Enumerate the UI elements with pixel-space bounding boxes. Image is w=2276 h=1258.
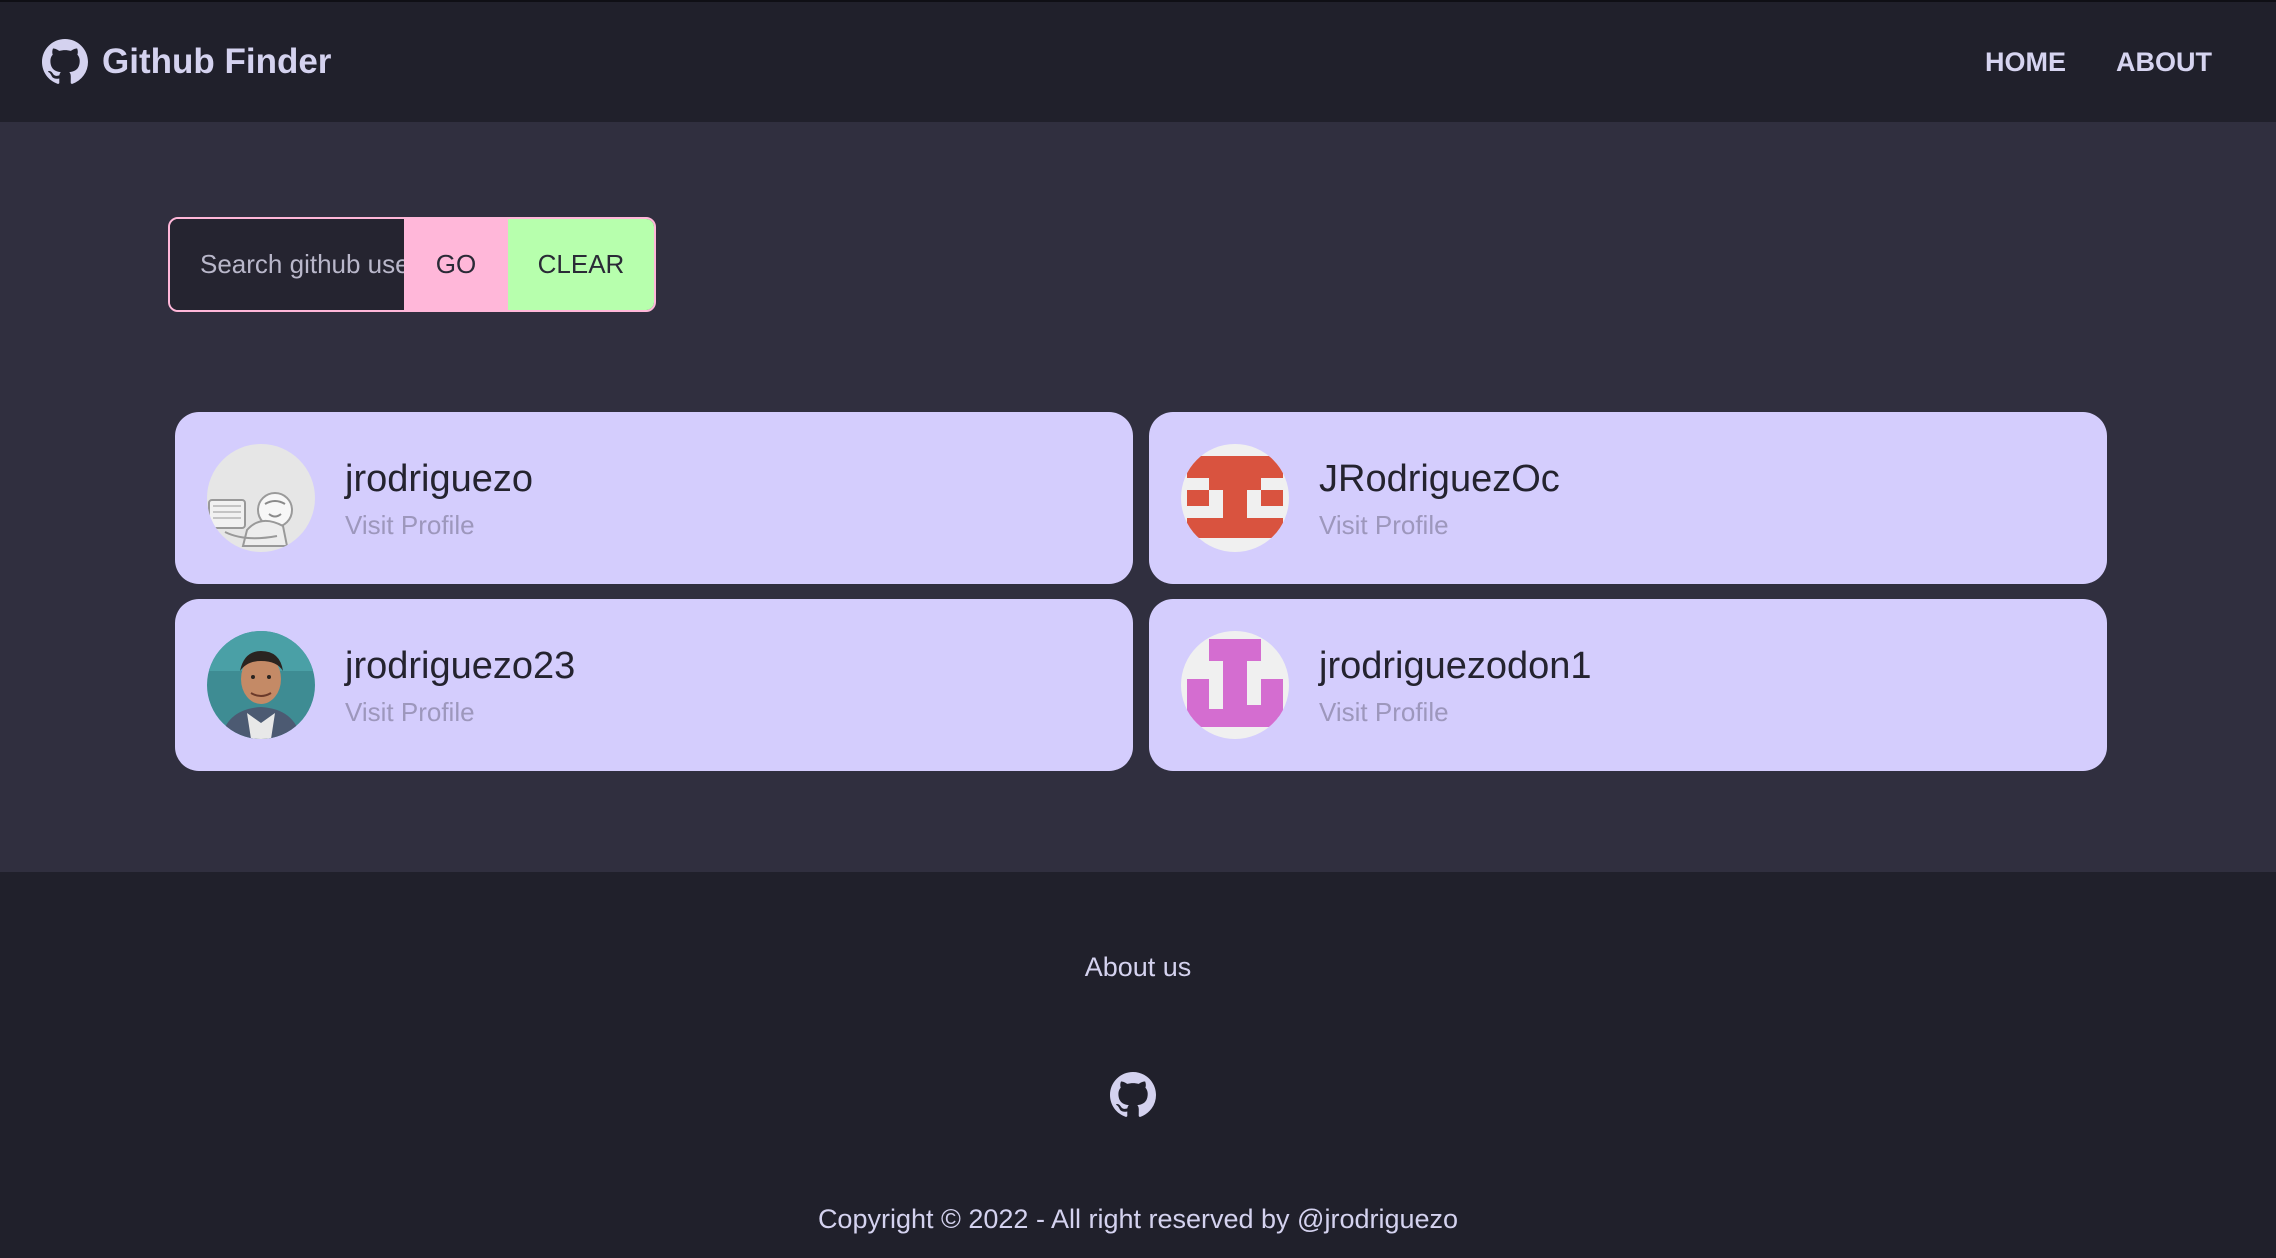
- search-input[interactable]: [170, 219, 404, 310]
- github-icon: [1110, 1072, 1156, 1117]
- main-content: GO CLEAR jrodriguezo Visit Profile: [0, 122, 2276, 872]
- username: jrodriguezodon1: [1319, 644, 1592, 687]
- github-icon: [42, 39, 88, 84]
- copyright-text: Copyright © 2022 - All right reserved by…: [817, 1204, 1459, 1234]
- user-card: jrodriguezodon1 Visit Profile: [1149, 599, 2107, 771]
- user-info: jrodriguezodon1 Visit Profile: [1319, 643, 1592, 728]
- user-avatar: [1181, 444, 1289, 552]
- username: JRodriguezOc: [1319, 457, 1560, 500]
- footer-about-link[interactable]: About us: [0, 952, 2276, 983]
- user-card: JRodriguezOc Visit Profile: [1149, 412, 2107, 584]
- user-avatar: [207, 631, 315, 739]
- brand-title: Github Finder: [102, 42, 332, 81]
- user-info: jrodriguezo23 Visit Profile: [345, 643, 575, 728]
- user-info: jrodriguezo Visit Profile: [345, 456, 533, 541]
- username: jrodriguezo23: [345, 644, 576, 687]
- user-card: jrodriguezo Visit Profile: [175, 412, 1133, 584]
- user-avatar: [1181, 631, 1289, 739]
- nav-about-link[interactable]: ABOUT: [2116, 47, 2212, 78]
- user-avatar: [207, 444, 315, 552]
- user-info: JRodriguezOc Visit Profile: [1319, 456, 1560, 541]
- brand-link[interactable]: Github Finder: [42, 39, 331, 85]
- user-card: jrodriguezo23 Visit Profile: [175, 599, 1133, 771]
- nav-links: HOME ABOUT: [1985, 47, 2212, 78]
- line-drawing-avatar-icon: [207, 444, 315, 552]
- username: jrodriguezo: [345, 457, 533, 500]
- visit-profile-link[interactable]: Visit Profile: [1319, 697, 1592, 728]
- go-button[interactable]: GO: [404, 219, 508, 310]
- nav-home-link[interactable]: HOME: [1985, 47, 2066, 78]
- red-identicon-avatar-icon: [1181, 444, 1289, 552]
- visit-profile-link[interactable]: Visit Profile: [345, 510, 533, 541]
- footer-github-link[interactable]: [1110, 1072, 1156, 1118]
- visit-profile-link[interactable]: Visit Profile: [1319, 510, 1560, 541]
- search-form: GO CLEAR: [168, 217, 656, 312]
- navbar: Github Finder HOME ABOUT: [0, 0, 2276, 122]
- pink-identicon-avatar-icon: [1181, 631, 1289, 739]
- visit-profile-link[interactable]: Visit Profile: [345, 697, 575, 728]
- clear-button[interactable]: CLEAR: [508, 219, 654, 310]
- footer: About us Copyright © 2022 - All right re…: [0, 872, 2276, 1258]
- user-results-grid: jrodriguezo Visit Profile JRodriguezOc V…: [175, 412, 2107, 771]
- photo-avatar-icon: [207, 631, 315, 739]
